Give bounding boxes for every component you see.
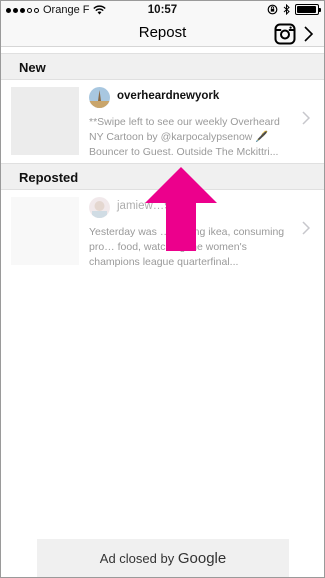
avatar — [89, 87, 110, 108]
battery-fill — [297, 6, 316, 13]
section-header-reposted: Reposted — [1, 163, 324, 190]
status-bar: Orange F 10:57 — [1, 1, 324, 21]
post-username: jamiew…92 — [117, 200, 178, 212]
orientation-lock-icon — [267, 4, 278, 15]
bluetooth-icon — [283, 4, 290, 15]
google-logo: Google — [177, 550, 227, 567]
post-caption: Yesterday was … visiting ikea, consuming… — [89, 226, 285, 268]
status-icons — [267, 4, 321, 15]
post-caption: **Swipe left to see our weekly Overheard… — [89, 116, 280, 158]
chevron-right-icon — [302, 111, 310, 125]
battery-icon — [295, 4, 321, 15]
post-thumbnail — [11, 197, 79, 265]
section-header-new: New — [1, 53, 324, 80]
ad-banner: Ad closed by Google — [37, 539, 289, 577]
post-username: overheardnewyork — [117, 90, 220, 102]
post-row-reposted[interactable]: jamiew…92 Yesterday was … visiting ikea,… — [1, 191, 324, 295]
chevron-right-icon[interactable] — [302, 24, 316, 44]
navigation-bar: Repost — [1, 21, 324, 47]
chevron-right-icon — [302, 221, 310, 235]
instagram-icon[interactable] — [274, 23, 296, 45]
ad-closed-label: Ad closed by — [99, 551, 175, 566]
avatar — [89, 197, 110, 218]
repost-screen: Orange F 10:57 Repost New overheardnewyo… — [0, 0, 325, 578]
post-thumbnail — [11, 87, 79, 155]
